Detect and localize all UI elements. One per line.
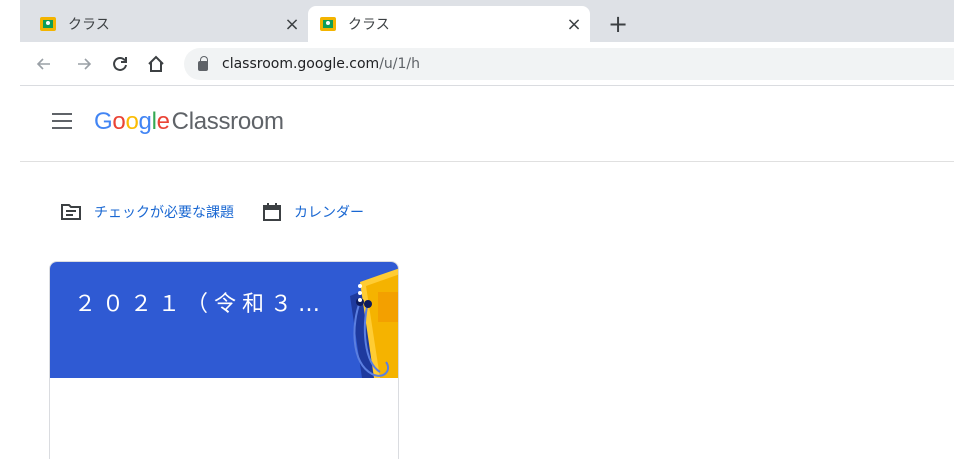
todo-label: チェックが必要な課題 bbox=[94, 205, 234, 221]
browser-tab-strip: クラス × クラス × + bbox=[20, 0, 954, 42]
classroom-favicon-icon bbox=[40, 17, 56, 31]
forward-arrow-icon[interactable] bbox=[72, 52, 96, 76]
url-host: classroom.google.com bbox=[222, 56, 380, 72]
reload-icon[interactable] bbox=[108, 52, 132, 76]
close-tab-icon[interactable]: × bbox=[280, 14, 304, 35]
home-icon[interactable] bbox=[144, 52, 168, 76]
calendar-label: カレンダー bbox=[294, 205, 364, 221]
more-options-icon[interactable] bbox=[358, 284, 364, 304]
todo-link[interactable]: チェックが必要な課題 bbox=[60, 202, 234, 222]
books-headphones-illustration-icon bbox=[350, 268, 398, 378]
main-menu-icon[interactable] bbox=[52, 113, 72, 129]
classroom-favicon-icon bbox=[320, 17, 336, 31]
class-card-header[interactable]: ２０２１（令和３）… bbox=[50, 262, 398, 378]
url-path: /u/1/h bbox=[379, 56, 420, 72]
browser-toolbar: classroom.google.com/u/1/h bbox=[20, 42, 954, 86]
browser-tab-1[interactable]: クラス × bbox=[20, 6, 308, 42]
app-header: GoogleClassroom bbox=[20, 86, 954, 162]
close-tab-icon[interactable]: × bbox=[562, 14, 586, 35]
calendar-link[interactable]: カレンダー bbox=[262, 202, 364, 222]
tab-title: クラス bbox=[68, 17, 110, 33]
new-tab-button[interactable]: + bbox=[600, 6, 636, 42]
back-arrow-icon[interactable] bbox=[32, 52, 56, 76]
browser-tab-2-active[interactable]: クラス × bbox=[308, 6, 590, 42]
address-bar[interactable]: classroom.google.com/u/1/h bbox=[184, 48, 954, 80]
class-title[interactable]: ２０２１（令和３）… bbox=[74, 286, 334, 318]
tab-title: クラス bbox=[348, 17, 390, 33]
lock-icon bbox=[198, 56, 208, 71]
class-card[interactable]: ２０２１（令和３）… bbox=[49, 261, 399, 459]
assignment-icon bbox=[61, 204, 81, 220]
quick-links: チェックが必要な課題 カレンダー bbox=[60, 198, 392, 226]
google-classroom-logo[interactable]: GoogleClassroom bbox=[94, 108, 284, 136]
calendar-icon bbox=[263, 203, 281, 221]
